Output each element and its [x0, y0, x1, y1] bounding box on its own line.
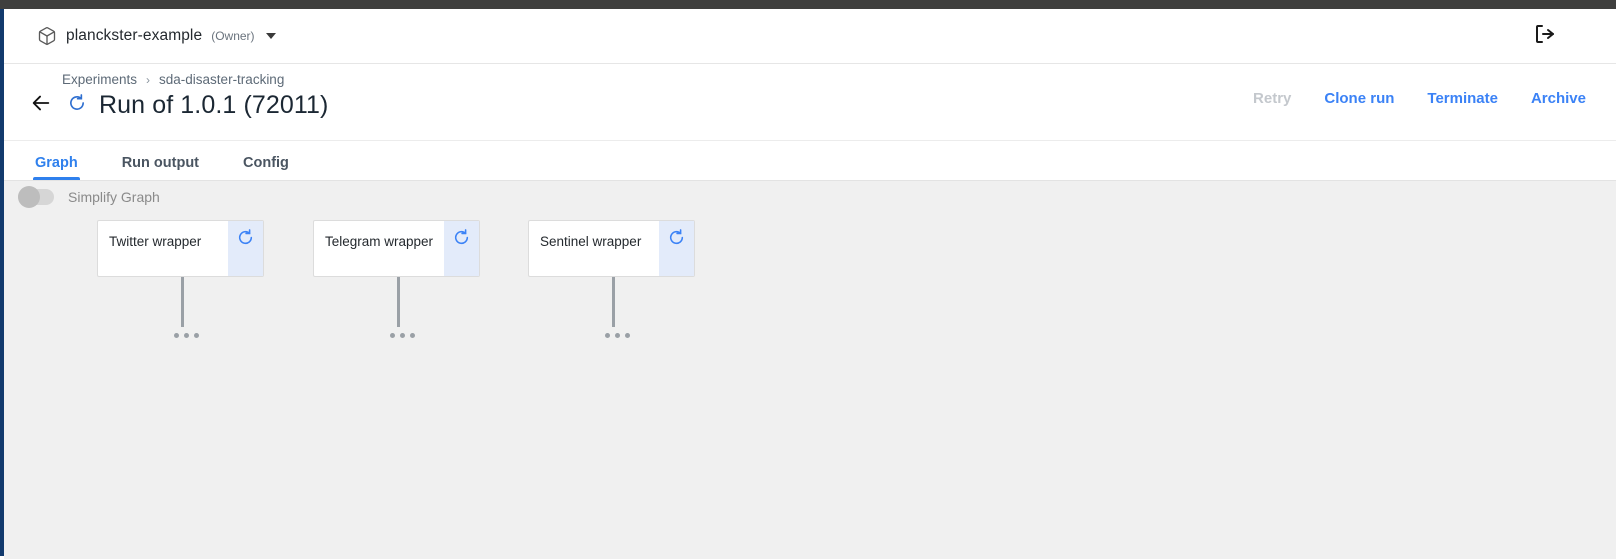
- tab-run-output[interactable]: Run output: [122, 155, 199, 180]
- simplify-graph-toggle[interactable]: [18, 186, 54, 208]
- retry-button[interactable]: Retry: [1253, 90, 1291, 107]
- dot: [605, 333, 610, 338]
- logout-icon: [1533, 22, 1557, 51]
- graph-node-body: Telegram wrapper: [314, 221, 444, 276]
- graph-expand-ellipsis[interactable]: [174, 333, 199, 338]
- workspace-selector[interactable]: planckster-example (Owner): [37, 26, 276, 46]
- arrow-left-icon: [30, 92, 52, 119]
- graph-node-status[interactable]: [659, 221, 694, 276]
- breadcrumb-item-experiments[interactable]: Experiments: [62, 72, 137, 87]
- workspace-bar: planckster-example (Owner): [4, 9, 1616, 64]
- workspace-role: (Owner): [211, 29, 255, 43]
- dot: [194, 333, 199, 338]
- app-shell: planckster-example (Owner) Experiments ›…: [4, 9, 1616, 559]
- breadcrumb: Experiments › sda-disaster-tracking: [62, 72, 284, 87]
- clone-run-button[interactable]: Clone run: [1324, 90, 1394, 107]
- graph-node-body: Sentinel wrapper: [529, 221, 659, 276]
- graph-node[interactable]: Sentinel wrapper: [528, 220, 695, 277]
- simplify-graph-label: Simplify Graph: [68, 189, 160, 205]
- breadcrumb-item-project[interactable]: sda-disaster-tracking: [159, 72, 284, 87]
- graph-node-status[interactable]: [228, 221, 263, 276]
- dot: [410, 333, 415, 338]
- run-status-icon: [67, 94, 86, 117]
- workspace-name: planckster-example: [66, 27, 203, 44]
- tab-config[interactable]: Config: [243, 155, 289, 180]
- graph-edge: [181, 277, 184, 327]
- breadcrumb-separator-icon: ›: [146, 72, 151, 87]
- terminate-button[interactable]: Terminate: [1427, 90, 1498, 107]
- dot: [174, 333, 179, 338]
- dot: [625, 333, 630, 338]
- graph-node-label: Telegram wrapper: [325, 234, 434, 249]
- graph-node-body: Twitter wrapper: [98, 221, 228, 276]
- run-title-row: Run of 1.0.1 (72011): [28, 91, 328, 120]
- tab-graph[interactable]: Graph: [33, 155, 80, 180]
- run-header: Experiments › sda-disaster-tracking Run …: [4, 64, 1616, 141]
- graph-node-status[interactable]: [444, 221, 479, 276]
- graph-canvas: Simplify Graph Twitter wrapper Telegram …: [4, 181, 1616, 559]
- archive-button[interactable]: Archive: [1531, 90, 1586, 107]
- graph-expand-ellipsis[interactable]: [605, 333, 630, 338]
- dot: [615, 333, 620, 338]
- back-button[interactable]: [28, 93, 54, 119]
- graph-node-label: Sentinel wrapper: [540, 234, 642, 249]
- graph-edge: [397, 277, 400, 327]
- graph-node[interactable]: Twitter wrapper: [97, 220, 264, 277]
- dot: [400, 333, 405, 338]
- refresh-spinner-icon: [453, 229, 470, 251]
- page-title: Run of 1.0.1 (72011): [99, 91, 329, 119]
- refresh-spinner-icon: [668, 229, 685, 251]
- graph-node[interactable]: Telegram wrapper: [313, 220, 480, 277]
- tab-bar: Graph Run output Config: [4, 141, 1616, 181]
- graph-edge: [612, 277, 615, 327]
- graph-expand-ellipsis[interactable]: [390, 333, 415, 338]
- run-actions: Retry Clone run Terminate Archive: [1253, 90, 1586, 107]
- window-top-strip: [0, 0, 1616, 9]
- toggle-knob: [18, 186, 40, 208]
- package-icon: [37, 26, 57, 46]
- dot: [390, 333, 395, 338]
- chevron-down-icon: [265, 33, 276, 39]
- logout-button[interactable]: [1532, 23, 1558, 49]
- simplify-graph-row: Simplify Graph: [18, 186, 160, 208]
- refresh-spinner-icon: [68, 94, 86, 117]
- dot: [184, 333, 189, 338]
- graph-node-label: Twitter wrapper: [109, 234, 202, 249]
- refresh-spinner-icon: [237, 229, 254, 251]
